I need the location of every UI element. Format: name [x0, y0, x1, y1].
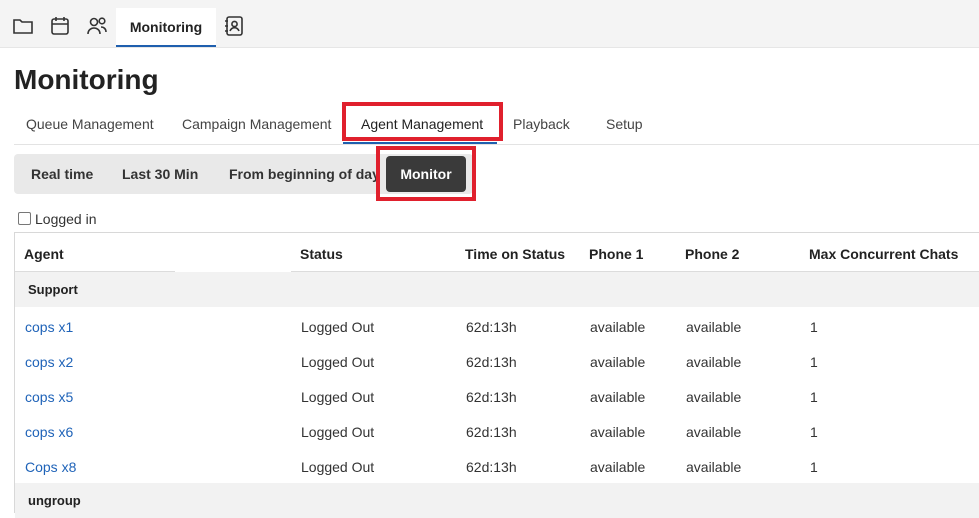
agent-link[interactable]: Cops x8 — [25, 459, 76, 475]
phone2-cell: available — [686, 354, 742, 370]
phone2-cell: available — [686, 319, 742, 335]
filter-last-30-min[interactable]: Last 30 Min — [122, 166, 198, 182]
max-chats-cell: 1 — [810, 319, 818, 335]
phone2-cell: available — [686, 389, 742, 405]
col-phone-2[interactable]: Phone 2 — [685, 246, 739, 262]
phone1-cell: available — [590, 319, 646, 335]
table-row: cops x1 Logged Out 62d:13h available ava… — [15, 309, 979, 344]
agent-link[interactable]: cops x5 — [25, 389, 73, 405]
time-cell: 62d:13h — [466, 424, 517, 440]
table-row: cops x5 Logged Out 62d:13h available ava… — [15, 379, 979, 414]
users-icon[interactable] — [85, 14, 109, 38]
agents-table: Agent Status Time on Status Phone 1 Phon… — [14, 232, 979, 518]
status-cell: Logged Out — [301, 389, 375, 405]
status-cell: Logged Out — [301, 319, 375, 335]
time-cell: 62d:13h — [466, 459, 517, 475]
tab-campaign-management[interactable]: Campaign Management — [182, 116, 331, 132]
highlight-monitor — [376, 146, 476, 201]
status-cell: Logged Out — [301, 424, 375, 440]
table-row: Cops x8 Logged Out 62d:13h available ava… — [15, 449, 979, 484]
phone1-cell: available — [590, 424, 646, 440]
col-time-on-status[interactable]: Time on Status — [465, 246, 565, 262]
time-cell: 62d:13h — [466, 354, 517, 370]
app-bar: Monitoring — [0, 0, 979, 48]
phone1-cell: available — [590, 354, 646, 370]
col-phone-1[interactable]: Phone 1 — [589, 246, 643, 262]
group-name: ungroup — [28, 493, 81, 508]
max-chats-cell: 1 — [810, 389, 818, 405]
logged-in-label: Logged in — [35, 211, 97, 227]
filter-real-time[interactable]: Real time — [31, 166, 93, 182]
page-title: Monitoring — [14, 64, 159, 95]
table-row: cops x6 Logged Out 62d:13h available ava… — [15, 414, 979, 449]
phone1-cell: available — [590, 459, 646, 475]
status-cell: Logged Out — [301, 354, 375, 370]
logged-in-checkbox[interactable] — [18, 212, 31, 225]
col-status[interactable]: Status — [300, 246, 343, 262]
col-agent[interactable]: Agent — [24, 246, 64, 262]
phone2-cell: available — [686, 459, 742, 475]
agent-link[interactable]: cops x6 — [25, 424, 73, 440]
col-max-concurrent-chats[interactable]: Max Concurrent Chats — [809, 246, 958, 262]
max-chats-cell: 1 — [810, 354, 818, 370]
phone1-cell: available — [590, 389, 646, 405]
tab-playback[interactable]: Playback — [513, 116, 570, 132]
folder-icon[interactable] — [11, 14, 35, 38]
max-chats-cell: 1 — [810, 424, 818, 440]
agent-link[interactable]: cops x1 — [25, 319, 73, 335]
contacts-icon[interactable] — [222, 14, 246, 38]
table-row: cops x2 Logged Out 62d:13h available ava… — [15, 344, 979, 379]
time-cell: 62d:13h — [466, 389, 517, 405]
table-header: Agent Status Time on Status Phone 1 Phon… — [15, 233, 979, 273]
status-cell: Logged Out — [301, 459, 375, 475]
logged-in-filter[interactable]: Logged in — [18, 211, 97, 227]
group-header: ungroup — [15, 483, 979, 518]
filter-beginning-of-day[interactable]: From beginning of day — [229, 166, 380, 182]
phone2-cell: available — [686, 424, 742, 440]
group-header: Support — [15, 272, 979, 307]
app-tab-monitoring[interactable]: Monitoring — [116, 8, 216, 47]
tab-setup[interactable]: Setup — [606, 116, 643, 132]
calendar-icon[interactable] — [48, 14, 72, 38]
agent-link[interactable]: cops x2 — [25, 354, 73, 370]
active-tab-indicator — [343, 142, 497, 144]
highlight-agent-management — [342, 102, 503, 141]
group-name: Support — [28, 282, 78, 297]
time-cell: 62d:13h — [466, 319, 517, 335]
tab-queue-management[interactable]: Queue Management — [26, 116, 154, 132]
max-chats-cell: 1 — [810, 459, 818, 475]
